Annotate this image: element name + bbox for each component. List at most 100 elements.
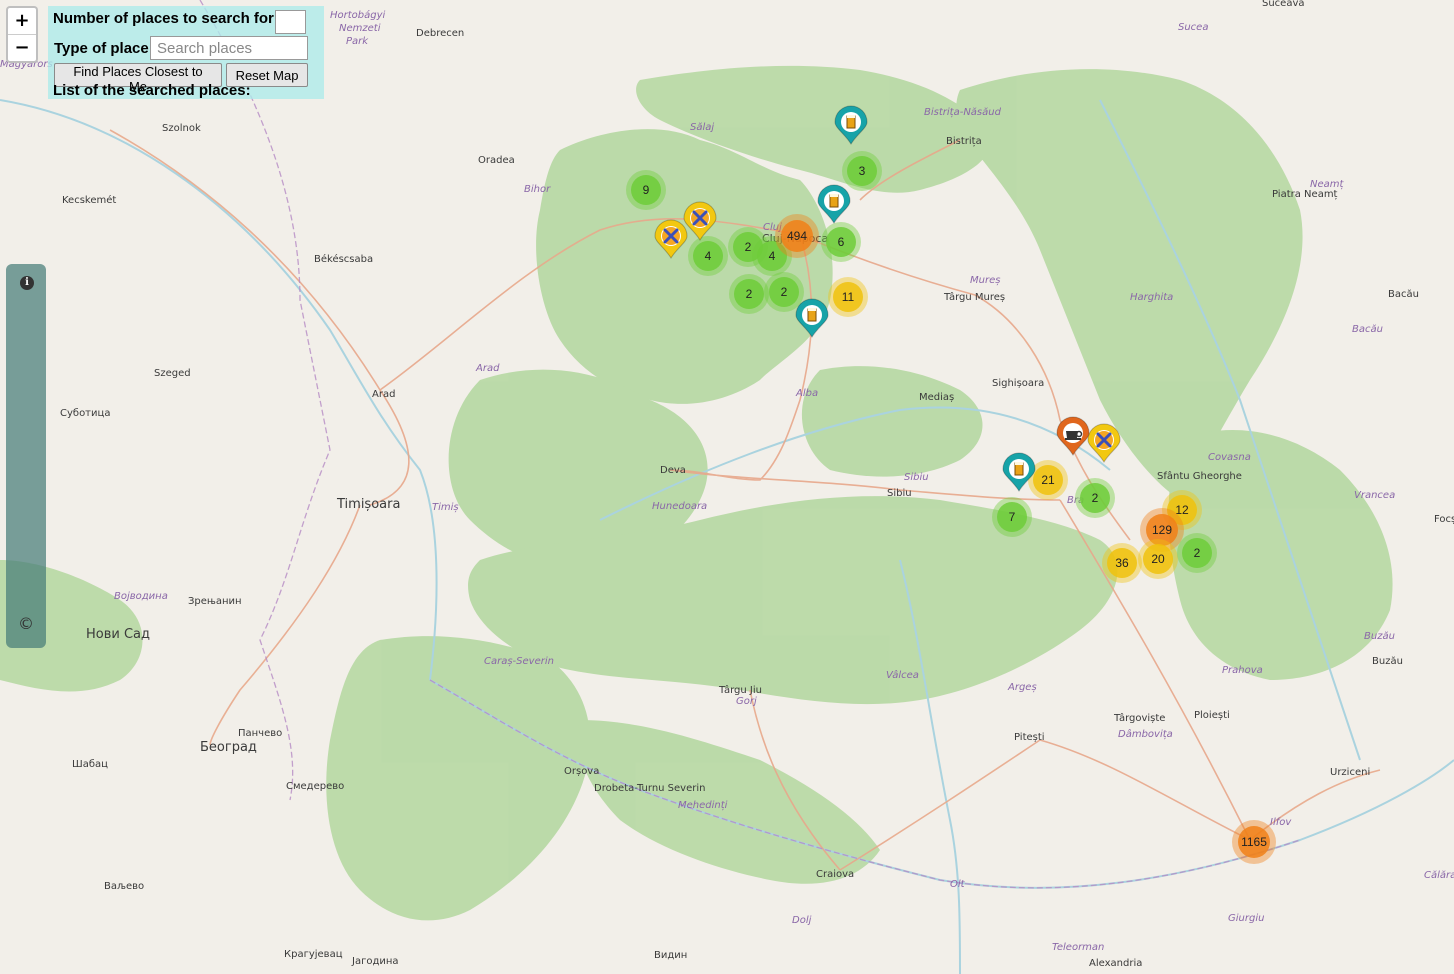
city-label: Arad bbox=[372, 389, 395, 400]
info-icon[interactable]: i bbox=[20, 276, 34, 290]
city-label: Târgu Mureș bbox=[943, 291, 1005, 303]
region-label: Dâmbovița bbox=[1118, 728, 1173, 740]
city-label: Pitești bbox=[1014, 732, 1045, 743]
city-label: Urziceni bbox=[1330, 767, 1370, 778]
marker-cluster[interactable]: 2 bbox=[764, 272, 804, 312]
city-label: Craiova bbox=[816, 869, 854, 880]
city-label: Mediaș bbox=[919, 392, 954, 403]
cluster-count: 4 bbox=[705, 249, 712, 263]
beer-mug-icon bbox=[807, 308, 817, 322]
region-label: Vrancea bbox=[1354, 490, 1395, 501]
cluster-count: 36 bbox=[1115, 556, 1129, 570]
beer-mug-icon bbox=[1014, 462, 1024, 476]
city-label: Bacău bbox=[1388, 289, 1419, 300]
city-label: Focș bbox=[1434, 514, 1454, 525]
marker-cluster[interactable]: 20 bbox=[1138, 539, 1178, 579]
cluster-count: 2 bbox=[746, 287, 753, 301]
region-label: Caraș-Severin bbox=[484, 656, 554, 667]
marker-cluster[interactable]: 36 bbox=[1102, 543, 1142, 583]
region-label: Arad bbox=[475, 363, 500, 374]
region-label: Olt bbox=[950, 879, 966, 890]
region-label: Ilfov bbox=[1270, 817, 1292, 828]
marker-cluster[interactable]: 6 bbox=[821, 222, 861, 262]
city-label: Buzău bbox=[1372, 656, 1403, 667]
region-label: Bihor bbox=[524, 184, 551, 195]
marker-cluster[interactable]: 4 bbox=[688, 236, 728, 276]
city-label: Зрењанин bbox=[188, 596, 242, 607]
region-label: Nemzeti bbox=[339, 23, 381, 34]
city-label: Крагујевац bbox=[284, 948, 343, 960]
city-label: Târgoviște bbox=[1113, 712, 1165, 724]
region-label: Neamț bbox=[1310, 179, 1345, 190]
marker-cluster[interactable]: 1165 bbox=[1232, 820, 1276, 864]
map-canvas[interactable]: Debrecen Szolnok Oradea Kecskemét Békésc… bbox=[0, 0, 1454, 974]
num-places-input[interactable] bbox=[275, 10, 306, 34]
marker-cluster[interactable]: 7 bbox=[992, 497, 1032, 537]
region-label: Hortobágyi bbox=[330, 9, 386, 21]
region-label: Covasna bbox=[1208, 452, 1251, 463]
city-label: Piatra Neamț bbox=[1272, 189, 1338, 200]
marker-cluster[interactable]: 494 bbox=[775, 214, 819, 258]
city-label: Ваљево bbox=[104, 881, 144, 892]
region-label: Teleorman bbox=[1052, 942, 1104, 953]
city-label: Јагодина bbox=[351, 956, 399, 967]
x-icon bbox=[662, 227, 680, 245]
region-label: Timiș bbox=[432, 502, 459, 513]
cluster-count: 21 bbox=[1041, 473, 1055, 487]
cluster-count: 2 bbox=[1194, 546, 1201, 560]
region-label: Mehedinți bbox=[678, 800, 728, 811]
cluster-count: 2 bbox=[781, 285, 788, 299]
city-label: Deva bbox=[660, 465, 686, 476]
city-label: Szolnok bbox=[162, 123, 201, 134]
region-label: Harghita bbox=[1130, 292, 1173, 303]
city-label: Debrecen bbox=[416, 28, 464, 39]
city-label: Békéscsaba bbox=[314, 253, 373, 265]
marker-cluster[interactable]: 2 bbox=[729, 274, 769, 314]
region-label: Gorj bbox=[736, 696, 757, 707]
marker-cluster[interactable]: 11 bbox=[828, 277, 868, 317]
marker-cluster[interactable]: 3 bbox=[842, 151, 882, 191]
cluster-count: 1165 bbox=[1241, 835, 1267, 849]
city-label: Нови Сад bbox=[86, 627, 150, 642]
searched-places-list-label: List of the searched places: bbox=[53, 82, 251, 99]
city-label: Drobeta-Turnu Severin bbox=[594, 783, 705, 794]
city-label: Sibiu bbox=[887, 488, 912, 499]
cluster-count: 6 bbox=[838, 235, 845, 249]
city-label: Sighișoara bbox=[992, 378, 1044, 389]
zoom-in-button[interactable]: + bbox=[8, 8, 36, 34]
zoom-out-button[interactable]: − bbox=[8, 34, 36, 61]
city-label: Београд bbox=[200, 740, 257, 755]
region-label: Mureș bbox=[970, 275, 1000, 286]
region-label: Călăra bbox=[1424, 870, 1454, 881]
region-label: Dolj bbox=[792, 915, 812, 926]
city-label: Oradea bbox=[478, 155, 515, 166]
type-of-place-input[interactable] bbox=[150, 36, 308, 60]
type-of-place-label: Type of place: bbox=[54, 40, 154, 57]
city-label: Суботица bbox=[60, 408, 110, 419]
cluster-count: 129 bbox=[1152, 523, 1172, 537]
cluster-count: 20 bbox=[1151, 552, 1165, 566]
region-label: Prahova bbox=[1222, 665, 1263, 676]
city-label: Sfântu Gheorghe bbox=[1157, 470, 1242, 482]
region-label: Park bbox=[346, 36, 369, 47]
region-label: Sucea bbox=[1178, 22, 1208, 33]
cluster-count: 4 bbox=[769, 249, 776, 263]
marker-cluster[interactable]: 9 bbox=[626, 170, 666, 210]
zoom-control: + − bbox=[6, 6, 38, 63]
cluster-count: 11 bbox=[842, 290, 855, 304]
copyright-icon[interactable]: © bbox=[18, 614, 34, 633]
city-label: Видин bbox=[654, 950, 687, 961]
city-label: Панчево bbox=[238, 728, 282, 739]
cluster-count: 7 bbox=[1009, 510, 1016, 524]
city-label: Alexandria bbox=[1089, 958, 1142, 969]
city-label: Orșova bbox=[564, 766, 599, 777]
region-label: Bacău bbox=[1352, 324, 1383, 335]
region-label: Buzău bbox=[1364, 631, 1395, 642]
city-label: Târgu Jiu bbox=[718, 684, 762, 696]
search-panel: Number of places to search for: Type of … bbox=[48, 6, 324, 99]
attribution-sidebar[interactable]: i © bbox=[6, 264, 46, 648]
region-label: Argeș bbox=[1007, 682, 1037, 693]
marker-cluster[interactable]: 2 bbox=[1075, 478, 1115, 518]
marker-cluster[interactable]: 2 bbox=[1177, 533, 1217, 573]
region-label: Војводина bbox=[114, 590, 168, 602]
